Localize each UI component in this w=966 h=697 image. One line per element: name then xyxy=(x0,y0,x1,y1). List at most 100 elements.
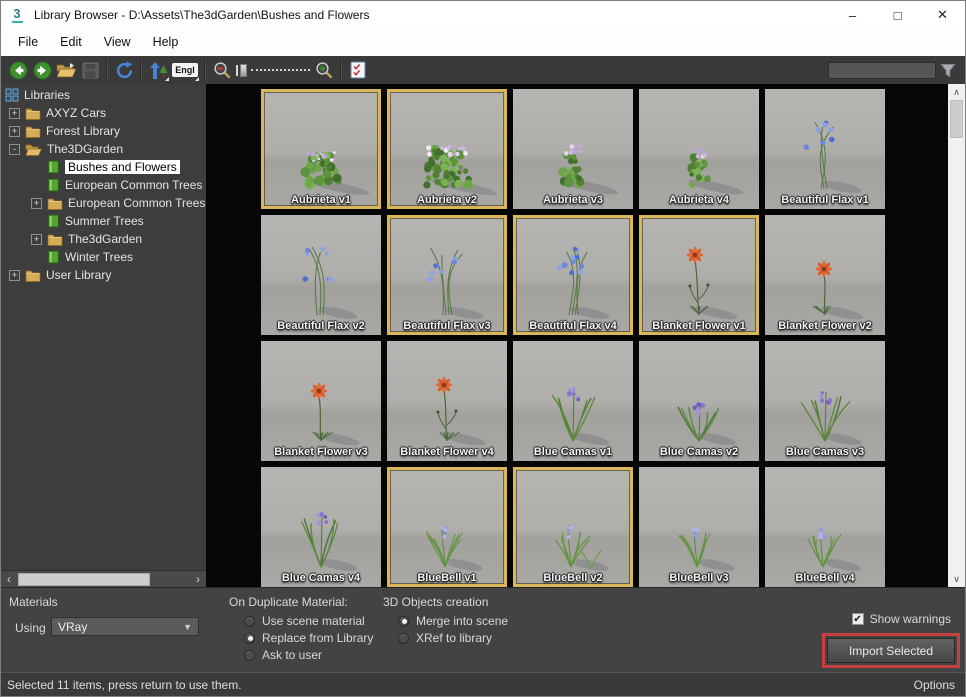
tree-expander[interactable]: + xyxy=(31,198,42,209)
radio-label: Replace from Library xyxy=(262,631,373,645)
plant-thumbnail xyxy=(261,467,381,587)
radio-replace-from-library[interactable] xyxy=(244,633,255,644)
grid-item[interactable]: Beautiful Flax v1 xyxy=(765,89,885,209)
back-button[interactable] xyxy=(6,58,30,82)
tree-expander[interactable]: + xyxy=(9,126,20,137)
scroll-up-arrow[interactable]: ∧ xyxy=(948,84,965,100)
forward-icon xyxy=(33,61,52,80)
tree-item-label: The3dGarden xyxy=(68,232,142,246)
back-icon xyxy=(9,61,28,80)
grid-item[interactable]: BlueBell v2 xyxy=(513,467,633,587)
plant-thumbnail xyxy=(387,341,507,461)
tree-item-european-common-trees[interactable]: European Common Trees xyxy=(1,176,206,194)
tree-item-summer-trees[interactable]: Summer Trees xyxy=(1,212,206,230)
horizontal-scroll-thumb[interactable] xyxy=(18,573,150,586)
grid-item[interactable]: Blue Camas v2 xyxy=(639,341,759,461)
libraries-icon xyxy=(5,88,19,102)
grid-item[interactable]: Blue Camas v3 xyxy=(765,341,885,461)
grid-item[interactable]: Aubrieta v4 xyxy=(639,89,759,209)
grid-item[interactable]: Beautiful Flax v4 xyxy=(513,215,633,335)
zoom-in-button[interactable] xyxy=(312,58,336,82)
refresh-button[interactable] xyxy=(112,58,136,82)
grid-item[interactable]: Blue Camas v4 xyxy=(261,467,381,587)
open-library-button[interactable] xyxy=(54,58,78,82)
radio-ask-to-user[interactable] xyxy=(244,650,255,661)
tree-item-forest-library[interactable]: +Forest Library xyxy=(1,122,206,140)
radio-xref-to-library[interactable] xyxy=(398,633,409,644)
radio-use-scene-material[interactable] xyxy=(244,616,255,627)
scroll-left-arrow[interactable]: ‹ xyxy=(1,571,17,587)
material-renderer-select[interactable]: VRay ▼ xyxy=(51,617,199,636)
search-input[interactable] xyxy=(828,62,936,79)
grid-item[interactable]: Beautiful Flax v2 xyxy=(261,215,381,335)
plant-thumbnail xyxy=(639,467,759,587)
menu-file[interactable]: File xyxy=(7,29,49,56)
tree-item-bushes-and-flowers[interactable]: Bushes and Flowers xyxy=(1,158,206,176)
grid-item[interactable]: Blue Camas v1 xyxy=(513,341,633,461)
checklist-icon xyxy=(350,61,366,79)
thumbnail-panel: Aubrieta v1Aubrieta v2Aubrieta v3Aubriet… xyxy=(206,84,948,587)
grid-item[interactable]: Aubrieta v3 xyxy=(513,89,633,209)
import-selected-button[interactable]: Import Selected xyxy=(827,638,955,663)
tree-item-the3dgarden[interactable]: + The3dGarden xyxy=(1,230,206,248)
tree-expander[interactable]: + xyxy=(9,270,20,281)
menu-help[interactable]: Help xyxy=(142,29,190,56)
tree-item-label: Libraries xyxy=(24,88,70,102)
grid-item-label: Beautiful Flax v2 xyxy=(261,320,381,332)
library-icon xyxy=(47,178,60,192)
grid-vertical-scrollbar[interactable]: ∧ ∨ xyxy=(948,84,965,587)
window-title: Library Browser - D:\Assets\The3dGarden\… xyxy=(34,8,369,22)
grid-item-label: Blanket Flower v2 xyxy=(765,320,885,332)
grid-item[interactable]: Blanket Flower v4 xyxy=(387,341,507,461)
zoom-out-button[interactable] xyxy=(210,58,234,82)
tree-item-winter-trees[interactable]: Winter Trees xyxy=(1,248,206,266)
vertical-scroll-thumb[interactable] xyxy=(950,100,963,138)
grid-item[interactable]: BlueBell v1 xyxy=(387,467,507,587)
tree-item-user-library[interactable]: +User Library xyxy=(1,266,206,284)
maximize-button[interactable]: □ xyxy=(875,1,920,29)
tree-item-european-common-trees[interactable]: +European Common Trees xyxy=(1,194,206,212)
language-label: Engl xyxy=(172,63,198,77)
scroll-right-arrow[interactable]: › xyxy=(190,571,206,587)
thumbnail-grid: Aubrieta v1Aubrieta v2Aubrieta v3Aubriet… xyxy=(261,89,885,587)
language-button[interactable]: Engl xyxy=(170,58,200,82)
plant-thumbnail xyxy=(261,215,381,335)
tree-expander[interactable]: - xyxy=(9,144,20,155)
grid-item[interactable]: Beautiful Flax v3 xyxy=(387,215,507,335)
grid-item[interactable]: Blanket Flower v2 xyxy=(765,215,885,335)
option-row: Merge into scene xyxy=(398,613,508,629)
scroll-down-arrow[interactable]: ∨ xyxy=(948,571,965,587)
forward-button[interactable] xyxy=(30,58,54,82)
thumbnail-size-slider[interactable] xyxy=(236,60,310,80)
plant-thumbnail xyxy=(639,215,759,335)
tree-expander[interactable]: + xyxy=(31,234,42,245)
tree-item-the3dgarden[interactable]: -The3DGarden xyxy=(1,140,206,158)
annotation-highlight-box: Import Selected xyxy=(822,633,960,668)
checked-items-button[interactable] xyxy=(346,58,370,82)
tree-horizontal-scrollbar[interactable]: ‹ › xyxy=(1,570,206,587)
grid-item[interactable]: Aubrieta v1 xyxy=(261,89,381,209)
grid-item[interactable]: Blanket Flower v1 xyxy=(639,215,759,335)
tree-item-axyz-cars[interactable]: +AXYZ Cars xyxy=(1,104,206,122)
grid-item[interactable]: Aubrieta v2 xyxy=(387,89,507,209)
show-warnings-checkbox[interactable]: ✔ xyxy=(852,613,864,625)
folder-icon xyxy=(25,125,41,138)
grid-item[interactable]: Blanket Flower v3 xyxy=(261,341,381,461)
grid-item[interactable]: BlueBell v3 xyxy=(639,467,759,587)
status-bar: Selected 11 items, press return to use t… xyxy=(1,672,965,696)
menu-edit[interactable]: Edit xyxy=(49,29,93,56)
radio-merge-into-scene[interactable] xyxy=(398,616,409,627)
close-button[interactable]: ✕ xyxy=(920,1,965,29)
radio-label: Ask to user xyxy=(262,648,322,662)
grid-item[interactable]: BlueBell v4 xyxy=(765,467,885,587)
minimize-button[interactable]: – xyxy=(830,1,875,29)
options-link[interactable]: Options xyxy=(914,678,955,692)
save-button[interactable] xyxy=(78,58,102,82)
tree-expander[interactable]: + xyxy=(9,108,20,119)
sort-button[interactable] xyxy=(146,58,170,82)
slider-thumb[interactable] xyxy=(240,64,247,77)
filter-button[interactable] xyxy=(936,58,960,82)
menu-view[interactable]: View xyxy=(93,29,142,56)
library-browser-window: 3 Library Browser - D:\Assets\The3dGarde… xyxy=(0,0,966,697)
tree-item-libraries[interactable]: Libraries xyxy=(1,86,206,104)
